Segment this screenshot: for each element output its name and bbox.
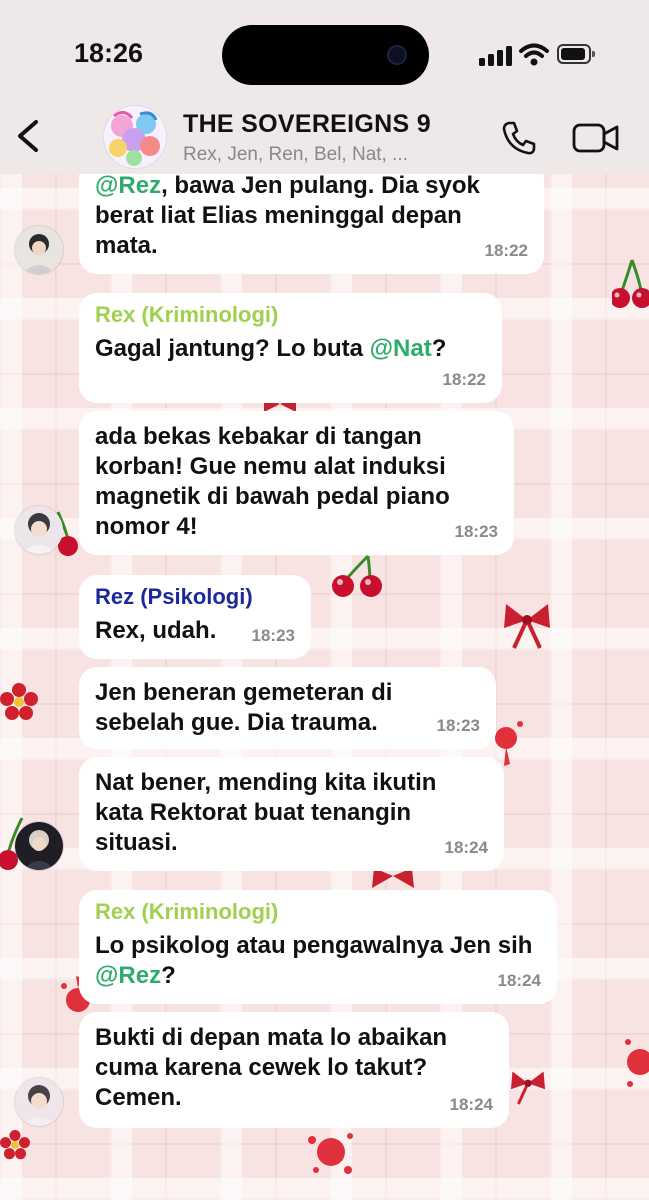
- message-bubble[interactable]: Rez (Psikologi) Rex, udah. 18:23: [79, 575, 311, 659]
- message-text: Bukti di depan mata lo abaikan cuma kare…: [95, 1024, 448, 1111]
- message-text: @Rez, bawa Jen pulang. Dia syok berat li…: [95, 172, 480, 259]
- wifi-icon: [519, 43, 549, 66]
- flower-decoration: [0, 1130, 30, 1160]
- bow-decoration: [372, 868, 414, 888]
- message-timestamp: 18:24: [444, 838, 488, 857]
- flower-decoration: [0, 683, 38, 720]
- signal-icon: [479, 44, 513, 66]
- message-bubble[interactable]: Rex (Kriminologi) Lo psikolog atau penga…: [79, 890, 557, 1004]
- back-chevron-icon[interactable]: [12, 116, 44, 156]
- group-title[interactable]: THE SOVEREIGNS 9: [183, 110, 431, 139]
- splatter-decoration: [625, 1039, 649, 1087]
- cherry-decoration: [612, 259, 649, 308]
- message-timestamp: 18:23: [251, 626, 295, 645]
- battery-icon: [557, 44, 595, 64]
- message-bubble[interactable]: @Rez, bawa Jen pulang. Dia syok berat li…: [79, 160, 544, 274]
- sender-name[interactable]: Rez (Psikologi): [95, 584, 295, 610]
- group-members[interactable]: Rex, Jen, Ren, Bel, Nat, ...: [183, 144, 408, 166]
- splatter-decoration: [308, 1133, 353, 1174]
- mention[interactable]: @Nat: [370, 335, 432, 362]
- message-text: Gagal jantung? Lo buta @Nat?: [95, 335, 447, 362]
- message-bubble[interactable]: ada bekas kebakar di tangan korban! Gue …: [79, 411, 514, 555]
- message-text: ada bekas kebakar di tangan korban! Gue …: [95, 423, 450, 540]
- video-camera-icon[interactable]: [572, 120, 620, 156]
- message-text: Lo psikolog atau pengawalnya Jen sih @Re…: [95, 932, 533, 989]
- group-avatar[interactable]: [104, 106, 166, 168]
- mention[interactable]: @Rez: [95, 962, 161, 989]
- message-bubble[interactable]: Bukti di depan mata lo abaikan cuma kare…: [79, 1012, 509, 1128]
- bow-decoration: [504, 604, 550, 649]
- message-timestamp: 18:22: [442, 370, 486, 389]
- avatar[interactable]: [15, 226, 63, 274]
- message-bubble[interactable]: Jen beneran gemeteran di sebelah gue. Di…: [79, 667, 496, 749]
- message-timestamp: 18:24: [497, 971, 541, 990]
- bow-decoration: [510, 1071, 546, 1105]
- status-time: 18:26: [74, 38, 144, 68]
- avatar[interactable]: [15, 822, 63, 870]
- avatar[interactable]: [15, 1078, 63, 1126]
- message-timestamp: 18:24: [449, 1095, 493, 1114]
- avatar[interactable]: [15, 506, 63, 554]
- message-text: Nat bener, mending kita ikutin kata Rekt…: [95, 769, 437, 856]
- chat-header: 18:26 THE SOVEREIGNS 9 Rex, Jen, Ren, Be…: [0, 0, 649, 174]
- cherry-decoration: [332, 554, 382, 597]
- dynamic-island: [222, 25, 429, 85]
- message-bubble[interactable]: Nat bener, mending kita ikutin kata Rekt…: [79, 757, 504, 871]
- mention[interactable]: @Rez: [95, 172, 161, 199]
- sender-name[interactable]: Rex (Kriminologi): [95, 302, 486, 328]
- message-timestamp: 18:23: [454, 522, 498, 541]
- sender-name[interactable]: Rex (Kriminologi): [95, 899, 541, 925]
- message-bubble[interactable]: Rex (Kriminologi) Gagal jantung? Lo buta…: [79, 293, 502, 403]
- message-timestamp: 18:23: [436, 716, 480, 735]
- phone-icon[interactable]: [500, 119, 538, 157]
- message-text: Jen beneran gemeteran di sebelah gue. Di…: [95, 679, 393, 736]
- message-timestamp: 18:22: [484, 241, 528, 260]
